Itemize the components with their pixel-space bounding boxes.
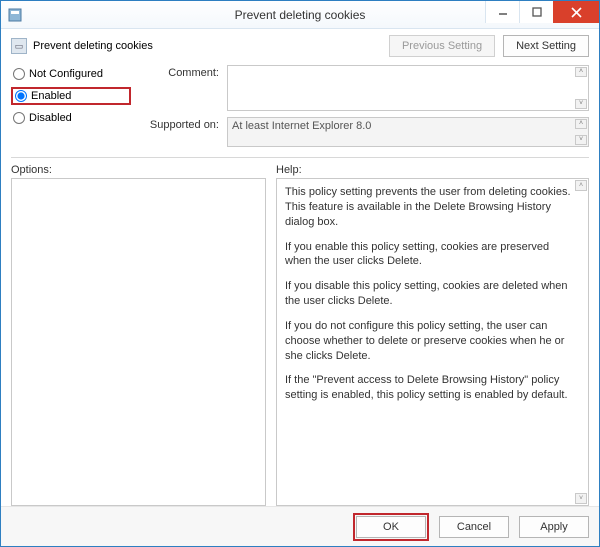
previous-setting-button[interactable]: Previous Setting — [389, 35, 495, 57]
radio-disabled-input[interactable] — [13, 112, 25, 124]
scroll-up-icon[interactable]: ˄ — [575, 67, 587, 77]
footer: OK Cancel Apply — [1, 506, 599, 546]
help-paragraph: If you enable this policy setting, cooki… — [285, 240, 574, 270]
dialog-window: Prevent deleting cookies ▭ Prevent delet… — [0, 0, 600, 547]
help-paragraph: This policy setting prevents the user fr… — [285, 185, 574, 230]
comment-label: Comment: — [141, 65, 219, 79]
scroll-down-icon[interactable]: ˅ — [575, 99, 587, 109]
radio-label: Disabled — [29, 112, 72, 124]
help-label: Help: — [276, 164, 589, 176]
titlebar[interactable]: Prevent deleting cookies — [1, 1, 599, 29]
scroll-up-icon[interactable]: ˄ — [575, 119, 587, 129]
window-controls — [485, 1, 599, 23]
apply-button[interactable]: Apply — [519, 516, 589, 538]
cancel-button[interactable]: Cancel — [439, 516, 509, 538]
help-scrollbar[interactable]: ˄ ˅ — [575, 180, 587, 504]
radio-enabled-input[interactable] — [15, 90, 27, 102]
supported-label: Supported on: — [141, 117, 219, 131]
setting-name: Prevent deleting cookies — [33, 40, 153, 52]
next-setting-button[interactable]: Next Setting — [503, 35, 589, 57]
divider — [11, 157, 589, 158]
scroll-down-icon[interactable]: ˅ — [575, 493, 587, 504]
state-radio-group: Not Configured Enabled Disabled — [11, 65, 131, 147]
supported-value: At least Internet Explorer 8.0 — [232, 120, 371, 132]
ok-button[interactable]: OK — [356, 516, 426, 538]
minimize-button[interactable] — [485, 1, 519, 23]
dialog-body: ▭ Prevent deleting cookies Previous Sett… — [1, 29, 599, 506]
policy-icon: ▭ — [11, 38, 27, 54]
close-button[interactable] — [553, 1, 599, 23]
options-label: Options: — [11, 164, 266, 176]
help-paragraph: If you disable this policy setting, cook… — [285, 279, 574, 309]
ok-highlight: OK — [353, 513, 429, 541]
help-box: This policy setting prevents the user fr… — [276, 178, 589, 506]
radio-enabled[interactable]: Enabled — [11, 87, 131, 105]
radio-label: Enabled — [31, 90, 71, 102]
comment-textarea[interactable]: ˄ ˅ — [227, 65, 589, 111]
radio-not-configured-input[interactable] — [13, 68, 25, 80]
help-paragraph: If you do not configure this policy sett… — [285, 319, 574, 364]
supported-on-box: At least Internet Explorer 8.0 ˄ ˅ — [227, 117, 589, 147]
radio-disabled[interactable]: Disabled — [11, 111, 131, 125]
scroll-up-icon[interactable]: ˄ — [575, 180, 587, 191]
radio-not-configured[interactable]: Not Configured — [11, 67, 131, 81]
help-paragraph: If the "Prevent access to Delete Browsin… — [285, 373, 574, 403]
radio-label: Not Configured — [29, 68, 103, 80]
options-box — [11, 178, 266, 506]
scroll-down-icon[interactable]: ˅ — [575, 135, 587, 145]
maximize-button[interactable] — [519, 1, 553, 23]
header-row: ▭ Prevent deleting cookies Previous Sett… — [11, 35, 589, 57]
